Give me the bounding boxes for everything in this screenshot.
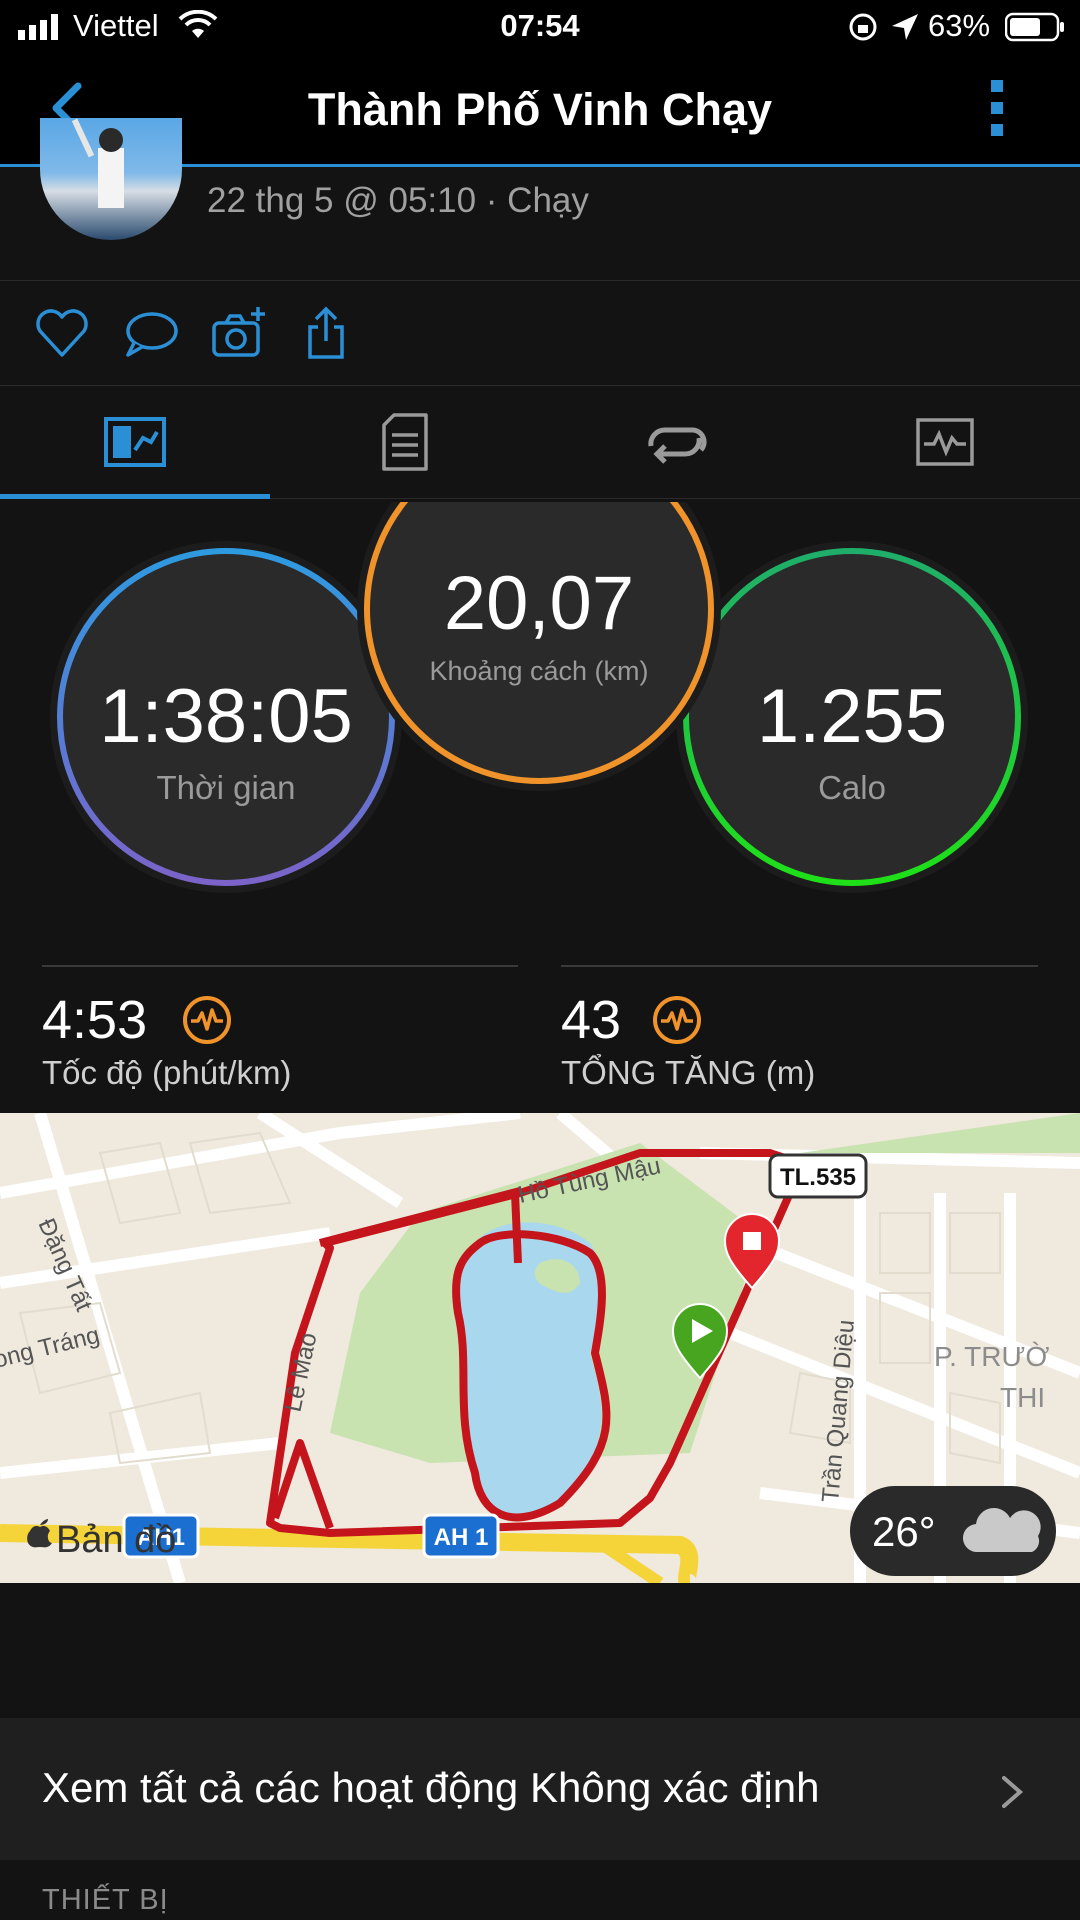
section-title-devices: THIẾT BỊ bbox=[42, 1884, 169, 1916]
vertical-dots-icon bbox=[991, 80, 1003, 136]
tab-charts[interactable] bbox=[810, 386, 1080, 498]
camera-plus-icon bbox=[212, 307, 265, 357]
pace-value: 4:53 bbox=[42, 990, 148, 1050]
calories-value: 1.255 bbox=[756, 674, 948, 759]
temperature: 26° bbox=[872, 1508, 936, 1555]
time-label: Thời gian bbox=[156, 769, 296, 806]
weather-badge[interactable]: 26° bbox=[850, 1486, 1056, 1576]
calories-ring: 1.255 Calo bbox=[672, 537, 1032, 897]
calories-label: Calo bbox=[818, 769, 886, 806]
road-label-tran-quang-dieu: Trần Quang Diệu bbox=[817, 1319, 860, 1504]
rotation-lock-icon bbox=[848, 12, 878, 47]
time-value: 1:38:05 bbox=[99, 674, 353, 759]
more-menu-button[interactable] bbox=[982, 80, 1012, 140]
elevation-info-button[interactable] bbox=[651, 994, 703, 1051]
tab-bar bbox=[0, 386, 1080, 499]
pace-info-button[interactable] bbox=[181, 994, 233, 1051]
distance-label: Khoảng cách (km) bbox=[429, 656, 649, 686]
road-badge-ah1: AH 1 bbox=[434, 1524, 489, 1551]
heart-icon bbox=[36, 309, 88, 357]
speech-bubble-icon bbox=[126, 312, 178, 357]
pace-label: Tốc độ (phút/km) bbox=[42, 1054, 292, 1091]
share-button[interactable] bbox=[296, 303, 356, 363]
area-label: P. TRƯỜ bbox=[934, 1341, 1049, 1372]
battery-icon bbox=[1004, 12, 1065, 47]
road-label-ong-trang: ong Tráng bbox=[0, 1321, 102, 1373]
metric-divider bbox=[42, 965, 518, 967]
document-icon bbox=[382, 413, 428, 471]
road-badge-tl535: TL.535 bbox=[780, 1164, 856, 1191]
metric-divider bbox=[561, 965, 1038, 967]
like-button[interactable] bbox=[32, 303, 92, 363]
battery-percent: 63% bbox=[928, 8, 991, 43]
tab-overview[interactable] bbox=[0, 386, 270, 498]
elevation-label: TỔNG TĂNG (m) bbox=[561, 1054, 816, 1091]
add-photo-button[interactable] bbox=[208, 303, 268, 363]
cloud-icon bbox=[960, 1506, 1046, 1561]
action-bar bbox=[0, 281, 1080, 386]
time-ring: 1:38:05 Thời gian bbox=[46, 537, 406, 897]
pulse-circle-icon bbox=[183, 996, 231, 1044]
view-all-activities-label: Xem tất cả các hoạt động Không xác định bbox=[42, 1764, 820, 1811]
location-icon bbox=[890, 12, 920, 47]
pulse-circle-icon bbox=[653, 996, 701, 1044]
repeat-icon bbox=[648, 427, 707, 464]
elevation-value: 43 bbox=[561, 990, 622, 1050]
tab-details[interactable] bbox=[270, 386, 540, 498]
share-icon bbox=[308, 306, 344, 359]
apple-logo-icon bbox=[26, 1517, 54, 1554]
activity-subtitle: 22 thg 5 @ 05:10 · Chạy bbox=[207, 181, 589, 220]
run-stats-icon bbox=[104, 417, 166, 467]
comment-button[interactable] bbox=[120, 303, 180, 363]
status-bar: Viettel 07:54 63% bbox=[0, 0, 1080, 54]
road-label-le-mao: Lê Mao bbox=[279, 1330, 322, 1414]
tab-active-indicator bbox=[0, 494, 270, 499]
route-map[interactable]: Hồ Tùng Mậu Lê Mao Đặng Tất ong Tráng Tr… bbox=[0, 1113, 1080, 1583]
map-attribution[interactable]: Bản đồ bbox=[56, 1519, 176, 1562]
distance-value: 20,07 bbox=[443, 561, 635, 646]
chevron-right-icon bbox=[998, 1774, 1026, 1815]
area-label: THI bbox=[1000, 1382, 1045, 1413]
chart-monitor-icon bbox=[916, 418, 974, 466]
tab-laps[interactable] bbox=[540, 386, 810, 498]
